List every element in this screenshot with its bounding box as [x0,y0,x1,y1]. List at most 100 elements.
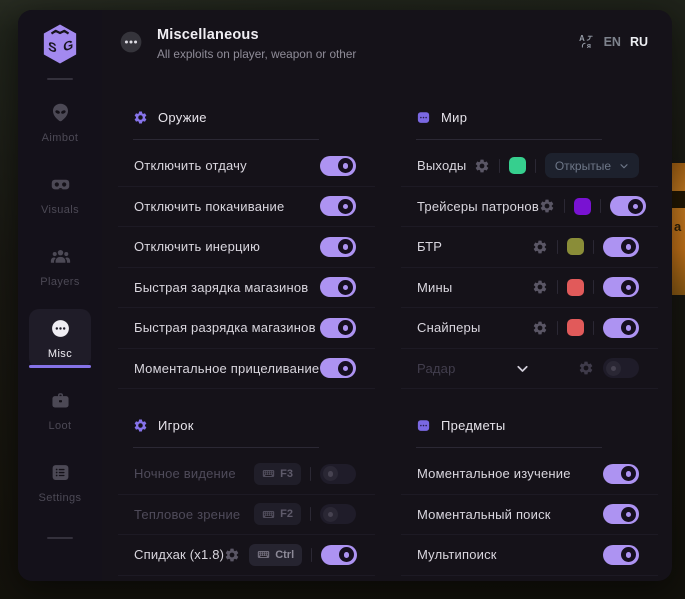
sidebar-item-loot[interactable]: Loot [29,381,91,440]
header-text: Miscellaneous All exploits on player, we… [157,27,356,61]
toggle-switch[interactable] [603,318,639,338]
section-weapon: ОружиеОтключить отдачуОтключить покачива… [118,105,375,389]
gear-icon [133,110,148,125]
keyboard-icon [257,548,270,561]
section-header: Мир [401,105,658,129]
color-swatch[interactable] [509,157,526,174]
feature-label: Ночное видение [134,466,236,481]
row-controls [603,504,639,524]
row-controls: F3 [254,463,356,485]
toggle-knob [339,547,354,562]
toggle-switch[interactable] [603,277,639,297]
hotkey-badge[interactable]: Ctrl [249,544,302,566]
toggle-knob [606,361,621,376]
gear-icon[interactable] [532,279,548,295]
feature-label: Спидхак (x1.8) [134,547,224,562]
color-swatch[interactable] [567,279,584,296]
lang-option-ru[interactable]: RU [630,35,648,49]
gear-icon[interactable] [474,158,490,174]
feature-label: Быстрая зарядка магазинов [134,280,308,295]
toggle-switch[interactable] [320,156,356,176]
gear-icon[interactable] [539,198,555,214]
gear-icon[interactable] [532,239,548,255]
gear-icon[interactable] [578,360,594,376]
screen: a S G AimbotVisualsPlayersMiscLootSettin… [0,0,685,599]
hotkey-label: F2 [280,508,293,520]
control-divider [593,280,594,294]
feature-row: ВыходыОткрытые [401,146,658,187]
sidebar-item-label: Settings [39,492,82,504]
toggle-switch[interactable] [603,237,639,257]
toggle-knob [621,507,636,522]
row-controls [320,237,356,257]
sidebar-item-visuals[interactable]: Visuals [29,165,91,224]
toggle-switch[interactable] [603,358,639,378]
toggle-switch[interactable] [603,464,639,484]
toggle-switch[interactable] [320,277,356,297]
feature-row: Моментальный поиск [401,495,658,536]
chevron-down-icon[interactable] [514,360,531,377]
feature-row: БТР [401,227,658,268]
sidebar-item-label: Misc [48,348,72,360]
section-divider [133,139,319,140]
vr-goggles-icon [50,174,71,195]
control-divider [593,240,594,254]
sidebar-item-misc[interactable]: Misc [29,309,91,368]
svg-text:A: A [579,34,585,43]
sidebar-item-aimbot[interactable]: Aimbot [29,93,91,152]
row-controls [532,277,639,297]
row-controls: Открытые [474,153,639,178]
toggle-switch[interactable] [610,196,646,216]
toggle-knob [621,280,636,295]
section-title: Предметы [441,418,506,433]
control-divider [557,240,558,254]
sidebar-item-players[interactable]: Players [29,237,91,296]
lang-option-en[interactable]: EN [604,35,621,49]
feature-label: Трейсеры патронов [417,199,539,214]
alien-icon [50,102,71,123]
hotkey-label: Ctrl [275,549,294,561]
control-divider [499,159,500,173]
feature-row: Трейсеры патронов [401,187,658,228]
toggle-switch[interactable] [603,545,639,565]
color-swatch[interactable] [567,319,584,336]
toggle-switch[interactable] [320,237,356,257]
hotkey-badge[interactable]: F2 [254,503,301,525]
gear-icon[interactable] [532,320,548,336]
feature-row: Отключить инерцию [118,227,375,268]
toggle-switch[interactable] [321,545,357,565]
feature-label: Радар [417,361,456,376]
toggle-switch[interactable] [320,358,356,378]
keyboard-icon [262,467,275,480]
gear-icon[interactable] [224,547,240,563]
svg-text:S: S [48,39,57,56]
toggle-switch[interactable] [320,318,356,338]
section-title: Игрок [158,418,194,433]
hotkey-badge[interactable]: F3 [254,463,301,485]
section-title: Оружие [158,110,207,125]
color-swatch[interactable] [567,238,584,255]
toggle-switch[interactable] [320,196,356,216]
sidebar-divider [47,78,73,80]
toggle-switch[interactable] [320,464,356,484]
feature-label: Мины [417,280,452,295]
column-left: ОружиеОтключить отдачуОтключить покачива… [118,105,375,581]
keyboard-icon [262,508,275,521]
section-world: Мир ВыходыОткрытые Трейсеры патронов БТР Мин… [401,105,658,389]
app-window: S G AimbotVisualsPlayersMiscLootSettings… [18,10,672,581]
section-divider [416,139,602,140]
sidebar-item-settings[interactable]: Settings [29,453,91,512]
billboard-sign: a [672,163,685,295]
toggle-switch[interactable] [603,504,639,524]
section-header: Игрок [118,413,375,437]
dropdown-select[interactable]: Открытые [545,153,639,178]
color-swatch[interactable] [574,198,591,215]
toggle-knob [628,199,643,214]
sidebar-item-label: Aimbot [42,132,79,144]
control-divider [557,321,558,335]
feature-row: Мины [401,268,658,309]
feature-label: Моментальный поиск [417,507,551,522]
toggle-knob [338,158,353,173]
toggle-switch[interactable] [320,504,356,524]
row-controls [578,358,639,378]
